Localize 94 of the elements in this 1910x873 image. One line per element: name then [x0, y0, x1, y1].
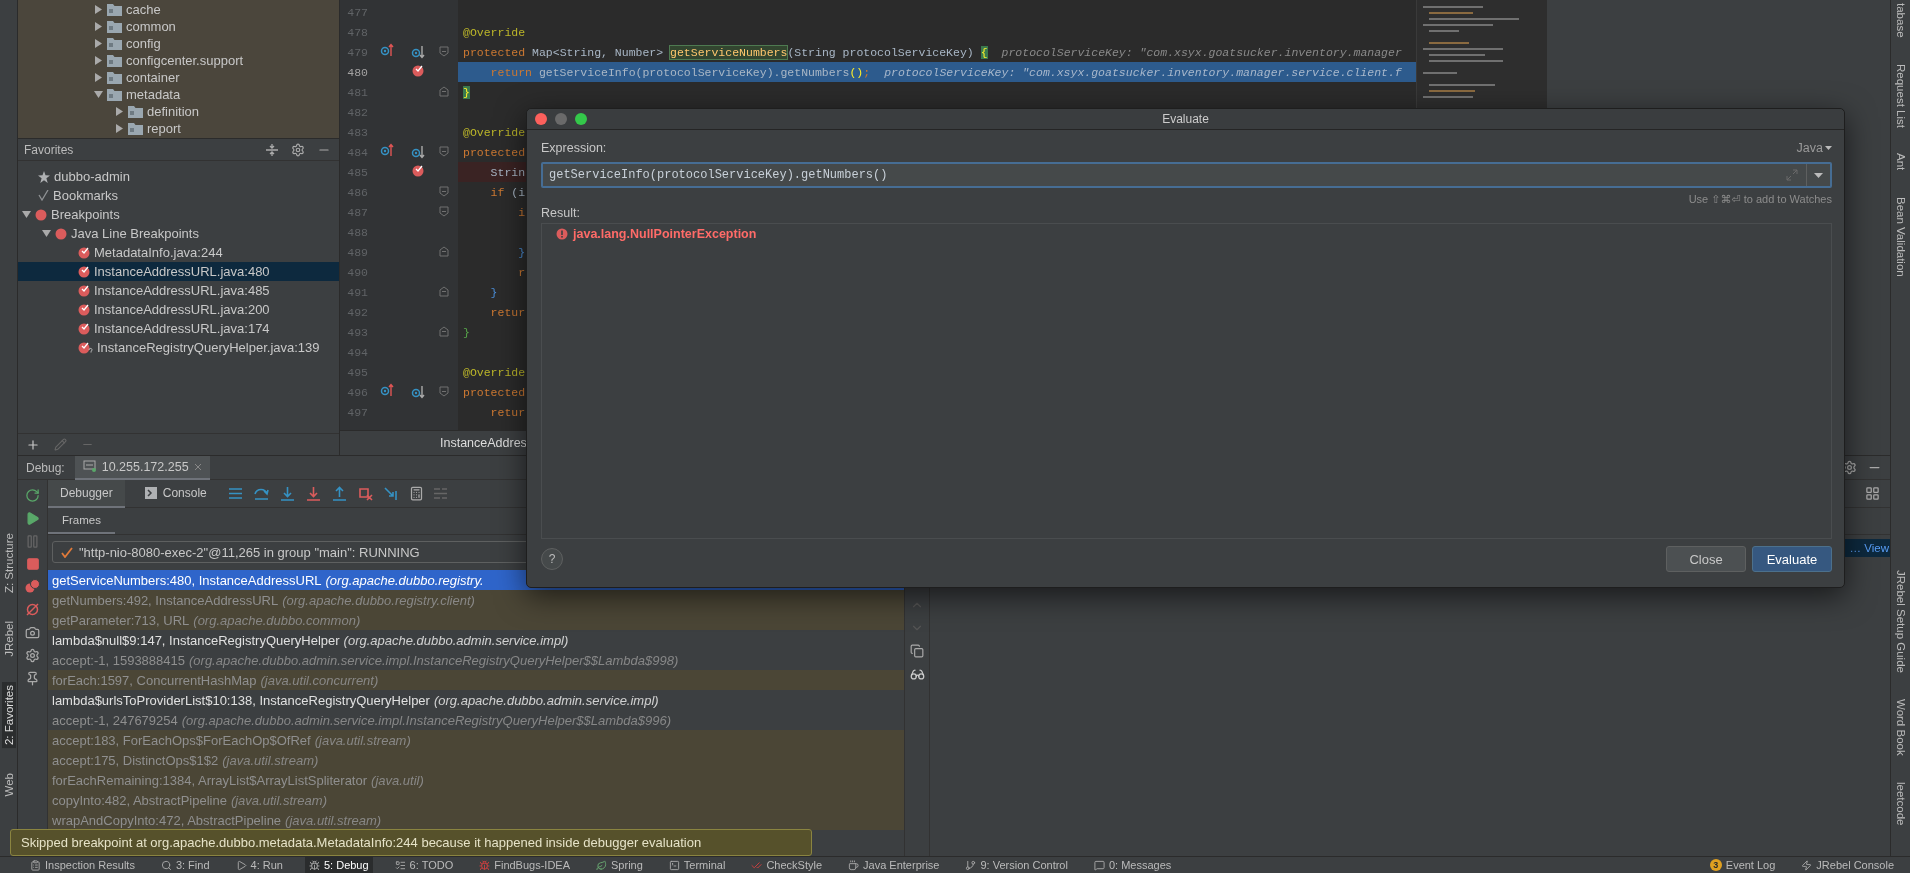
expression-input[interactable]: getServiceInfo(protocolServiceKey).getNumbers() [543, 164, 1786, 186]
tool-window-tab[interactable]: Bean Validation [1893, 193, 1908, 280]
favorite-item[interactable]: Breakpoints [51, 207, 120, 222]
inline-value-hint: protocolServiceKey: "com.xsyx.goatsucker.inventory.manager [1001, 45, 1402, 59]
favorite-item[interactable]: InstanceAddressURL.java:174 [94, 321, 270, 336]
window-title: Evaluate [1161, 112, 1210, 126]
folder-label[interactable]: report [147, 121, 181, 136]
panel-title: Debug: [26, 460, 65, 475]
close-button[interactable]: Close [1666, 546, 1746, 572]
tool-window-tab[interactable]: Web [1, 769, 16, 800]
tool-window-tab[interactable]: leetcode [1893, 778, 1908, 828]
code-line: } [463, 325, 470, 339]
tool-window-button[interactable]: Spring [592, 856, 647, 873]
hint-text: Use ⇧⌘⏎ to add to Watches [1688, 193, 1832, 206]
tool-window-tab[interactable]: tabase [1893, 0, 1908, 41]
editor-tab[interactable]: InstanceAddres [440, 436, 527, 450]
tool-window-button[interactable]: 9: Version Control [961, 856, 1072, 873]
help-button[interactable]: ? [541, 548, 563, 570]
stack-frame[interactable]: lambda$null$9:147, InstanceRegistryQueryHelper (org.apache.dubbo.admin.service.impl) [48, 630, 904, 650]
stack-frame[interactable]: accept:-1, 1593888415 (org.apache.dubbo.admin.service.impl.InstanceRegistryQueryHelper$$Lambda$998) [48, 650, 904, 670]
stack-frame[interactable]: forEachRemaining:1384, ArrayList$ArrayListSpliterator (java.util) [48, 770, 904, 790]
view-link[interactable]: … View [1849, 542, 1889, 554]
code-line: @Override [463, 365, 526, 379]
inline-value-hint: protocolServiceKey: "com.xsyx.goatsucker.inventory.manager.service.client.f [884, 65, 1402, 79]
stack-frame[interactable]: lambda$urlsToProviderList$10:138, InstanceRegistryQueryHelper (org.apache.dubbo.admin.service.impl) [48, 690, 904, 710]
stack-frame[interactable]: getNumbers:492, InstanceAddressURL (org.apache.dubbo.registry.client) [48, 590, 904, 610]
code-line: protected Map<String, Number> getServiceNumbers(String protocolServiceKey) { [463, 45, 988, 59]
favorite-item[interactable]: InstanceRegistryQueryHelper.java:139 [97, 340, 320, 355]
folder-label[interactable]: metadata [126, 87, 181, 102]
code-line: } [517, 245, 526, 259]
evaluate-button[interactable]: Evaluate [1752, 546, 1832, 572]
panel-title: Favorites [24, 142, 75, 157]
folder-label[interactable]: cache [126, 2, 161, 17]
tool-window-button[interactable]: Terminal [664, 856, 730, 873]
code-line: @Override [463, 125, 526, 139]
favorite-item[interactable]: dubbo-admin [54, 169, 130, 184]
tool-window-button[interactable]: FindBugs-IDEA [475, 856, 575, 873]
stack-frame[interactable]: accept:183, ForEachOps$ForEachOp$OfRef (java.util.stream) [48, 730, 904, 750]
tool-window-tab[interactable]: JRebel Setup Guide [1893, 566, 1908, 676]
tool-window-button[interactable]: 5: Debug [304, 856, 373, 873]
count-badge: 3 [1709, 859, 1722, 871]
folder-label[interactable]: configcenter.support [126, 53, 244, 68]
favorite-item[interactable]: Java Line Breakpoints [71, 226, 199, 241]
stack-frame[interactable]: wrapAndCopyInto:472, AbstractPipeline (java.util.stream) [48, 810, 904, 830]
expression-field[interactable]: getServiceInfo(protocolServiceKey).getNumbers() [541, 162, 1832, 188]
tool-window-tab[interactable]: Request List [1893, 60, 1908, 131]
tab[interactable]: Debugger [48, 479, 125, 508]
field-label: Result: [541, 206, 581, 220]
tool-window-tab[interactable]: Word Book [1893, 695, 1908, 759]
notification-text: Skipped breakpoint at org.apache.dubbo.metadata.MetadataInfo:244 because it happened inside debugger evaluation [21, 835, 702, 850]
favorite-item[interactable]: InstanceAddressURL.java:200 [94, 302, 270, 317]
frames-tab[interactable]: Frames [48, 514, 115, 534]
stack-frame[interactable]: accept:-1, 247679254 (org.apache.dubbo.admin.service.impl.InstanceRegistryQueryHelper$$Lambda$996) [48, 710, 904, 730]
tool-window-button[interactable]: CheckStyle [747, 856, 827, 873]
tab[interactable]: Console [132, 479, 219, 508]
code-line: @Override [463, 25, 526, 39]
tool-window-tab[interactable]: JRebel [1, 618, 16, 660]
tool-window-button[interactable]: Inspection Results [26, 856, 139, 873]
tool-window-button[interactable]: 6: TODO [390, 856, 458, 873]
line-number: 480 [347, 65, 368, 79]
folder-label[interactable]: config [126, 36, 161, 51]
code-line: protected [463, 145, 526, 159]
code-line: r [517, 265, 526, 279]
tool-window-tab[interactable]: Z: Structure [1, 530, 16, 597]
language-dropdown[interactable]: Java [1796, 141, 1832, 155]
code-line: } [489, 285, 498, 299]
event-log-button[interactable]: 3 Event Log [1705, 856, 1780, 873]
console-button[interactable]: JRebel Console [1797, 856, 1898, 873]
tool-window-button[interactable]: 4: Run [231, 856, 287, 873]
code-line: retur [489, 305, 526, 319]
code-line: return getServiceInfo(protocolServiceKey).getNumbers(); [489, 65, 871, 79]
tool-window-tab[interactable]: 2: Favorites [1, 681, 16, 748]
code-line: Strin [489, 165, 526, 179]
error-result: java.lang.NullPointerException [573, 227, 757, 241]
favorite-item[interactable]: InstanceAddressURL.java:485 [94, 283, 270, 298]
code-line: protected [463, 385, 526, 399]
code-line: retur [489, 405, 526, 419]
stack-frame[interactable]: copyInto:482, AbstractPipeline (java.util.stream) [48, 790, 904, 810]
favorite-item[interactable]: Bookmarks [53, 188, 119, 203]
stack-frame[interactable]: getParameter:713, URL (org.apache.dubbo.common) [48, 610, 904, 630]
tool-window-button[interactable]: 0: Messages [1089, 856, 1176, 873]
stack-frame[interactable]: accept:175, DistinctOps$1$2 (java.util.stream) [48, 750, 904, 770]
code-line: if (i [489, 185, 526, 199]
field-label: Expression: [541, 141, 607, 155]
folder-label[interactable]: definition [147, 104, 200, 119]
session-tab[interactable]: 10.255.172.255 [74, 455, 210, 480]
favorite-item[interactable]: MetadataInfo.java:244 [94, 245, 223, 260]
stack-frame[interactable]: forEach:1597, ConcurrentHashMap (java.util.concurrent) [48, 670, 904, 690]
folder-label[interactable]: container [126, 70, 180, 85]
code-line: i [517, 205, 526, 219]
tool-window-button[interactable]: Java Enterprise [844, 856, 944, 873]
tool-window-tab[interactable]: Ant [1893, 150, 1908, 174]
tool-window-button[interactable]: 3: Find [156, 856, 214, 873]
folder-label[interactable]: common [126, 19, 176, 34]
